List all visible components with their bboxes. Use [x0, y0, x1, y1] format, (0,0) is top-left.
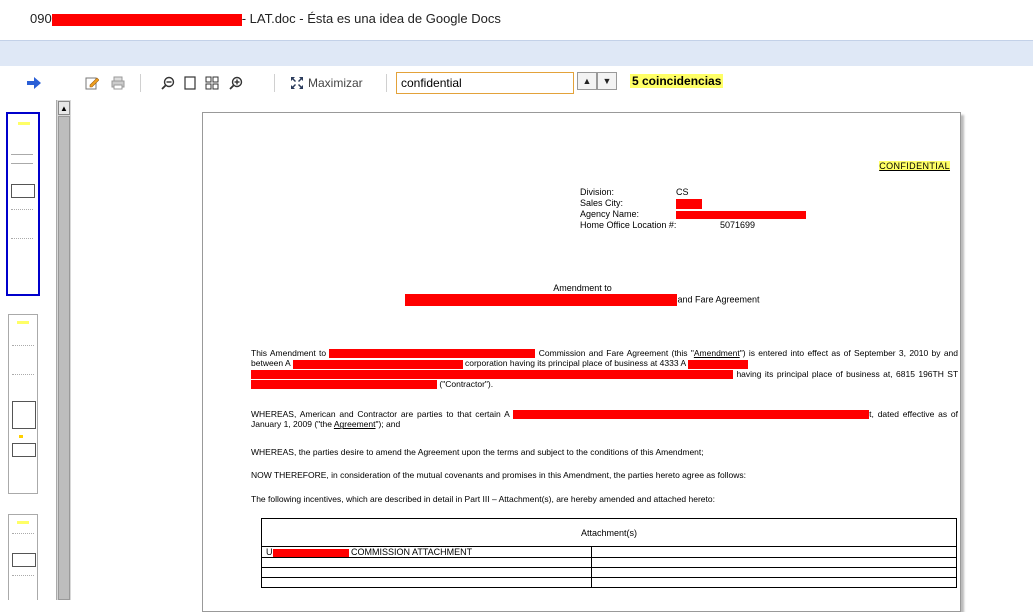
- zoom-out-icon[interactable]: [160, 74, 176, 92]
- text: Amendment: [693, 348, 740, 358]
- viewer-toolbar: Maximizar ▲ ▼ 5 coincidencias: [0, 66, 1033, 100]
- fare-agreement-text: and Fare Agreement: [677, 294, 760, 305]
- table-cell: [261, 577, 592, 588]
- single-page-icon[interactable]: [182, 74, 198, 92]
- text: having its principal place of business a…: [736, 368, 958, 379]
- maximize-label: Maximizar: [308, 76, 363, 90]
- text: Agreement: [333, 419, 376, 430]
- home-office-label: Home Office Location #:: [580, 220, 677, 230]
- redaction-block: [676, 209, 806, 220]
- table-cell: [591, 546, 957, 558]
- table-cell: U COMMISSION ATTACHMENT: [261, 546, 592, 558]
- scrollbar-thumb[interactable]: [58, 116, 70, 600]
- window-title: 090 - LAT.doc - Ésta es una idea de Googl…: [30, 11, 501, 26]
- table-row: [261, 557, 957, 568]
- paragraph-incentives: The following incentives, which are desc…: [251, 494, 715, 504]
- table-header-row: Attachment(s): [261, 518, 957, 547]
- thumbnail-page-1[interactable]: [6, 112, 40, 296]
- redaction-block: [292, 359, 463, 369]
- redaction-block: [251, 380, 437, 389]
- paragraph-whereas-1: WHEREAS, American and Contractor are par…: [251, 409, 958, 429]
- text: Commission and Fare Agreement (this ": [538, 348, 694, 358]
- paragraph-whereas-2: WHEREAS, the parties desire to amend the…: [251, 447, 704, 457]
- arrow-right-icon[interactable]: [26, 74, 42, 92]
- chevron-down-icon[interactable]: ▼: [597, 72, 617, 90]
- document-viewer: CONFIDENTIAL Division: CS Sales City: Ag…: [71, 100, 1033, 612]
- toolbar-divider: [274, 74, 275, 92]
- redaction-block: [405, 294, 678, 306]
- thumbnail-scrollbar[interactable]: ▲: [56, 100, 71, 600]
- document-page: CONFIDENTIAL Division: CS Sales City: Ag…: [202, 112, 961, 612]
- redaction-block: [51, 13, 242, 26]
- redaction-block: [688, 359, 749, 369]
- thumbnail-page-2[interactable]: [8, 314, 38, 494]
- zoom-in-icon[interactable]: [228, 74, 244, 92]
- redaction-block: [676, 210, 806, 219]
- printer-icon[interactable]: [110, 74, 126, 92]
- table-cell: [591, 567, 957, 578]
- home-office-value: 5071699: [720, 220, 756, 230]
- agency-label: Agency Name:: [580, 209, 640, 219]
- table-header: Attachment(s): [261, 518, 957, 547]
- amendment-heading: Amendment to: [553, 283, 612, 293]
- match-count: 5 coincidencias: [630, 74, 724, 88]
- redaction-block: [329, 349, 536, 359]
- agreement-heading: and Fare Agreement: [203, 294, 962, 306]
- toolbar-divider: [386, 74, 387, 92]
- grid-view-icon[interactable]: [204, 74, 220, 92]
- table-cell: [261, 557, 592, 568]
- chevron-up-icon[interactable]: ▲: [577, 72, 597, 90]
- menu-band: [0, 40, 1033, 66]
- text: corporation having its principal place o…: [464, 358, 686, 369]
- text: This Amendment to: [251, 348, 327, 358]
- thumbnail-page-3[interactable]: [8, 514, 38, 600]
- pencil-icon[interactable]: [84, 74, 100, 92]
- window-title-bar: 090 - LAT.doc - Ésta es una idea de Googl…: [0, 0, 1033, 40]
- table-row: U COMMISSION ATTACHMENT: [261, 546, 957, 558]
- confidential-marker: CONFIDENTIAL: [879, 161, 950, 171]
- sales-city-label: Sales City:: [580, 198, 624, 208]
- redaction-block: [676, 198, 702, 209]
- maximize-button[interactable]: Maximizar: [290, 74, 376, 92]
- division-value: CS: [676, 187, 689, 197]
- title-suffix: - LAT.doc - Ésta es una idea de Google D…: [241, 11, 501, 26]
- search-input[interactable]: [396, 72, 574, 94]
- table-cell: [591, 557, 957, 568]
- table-row: [261, 577, 957, 588]
- division-label: Division:: [580, 187, 615, 197]
- text: COMMISSION ATTACHMENT: [351, 547, 473, 557]
- table-cell: [591, 577, 957, 588]
- redaction-block: [676, 198, 702, 209]
- scroll-up-arrow-icon[interactable]: ▲: [58, 101, 70, 115]
- maximize-icon: [290, 76, 304, 90]
- redaction-block: [251, 369, 733, 379]
- table-cell: [261, 567, 592, 578]
- toolbar-divider: [140, 74, 141, 92]
- page-thumbnails[interactable]: [0, 100, 56, 600]
- paragraph-intro: This Amendment to Commission and Fare Ag…: [251, 348, 958, 389]
- text: ("Contractor").: [439, 378, 494, 389]
- text: "); and: [375, 419, 401, 430]
- title-prefix: 090: [30, 11, 52, 26]
- table-row: [261, 567, 957, 578]
- attachments-table: Attachment(s) U COMMISSION ATTACHMENT: [261, 518, 957, 588]
- redaction-block: [272, 548, 349, 557]
- redaction-block: [513, 410, 870, 420]
- paragraph-now-therefore: NOW THEREFORE, in consideration of the m…: [251, 470, 746, 480]
- text: WHEREAS, American and Contractor are par…: [251, 409, 510, 419]
